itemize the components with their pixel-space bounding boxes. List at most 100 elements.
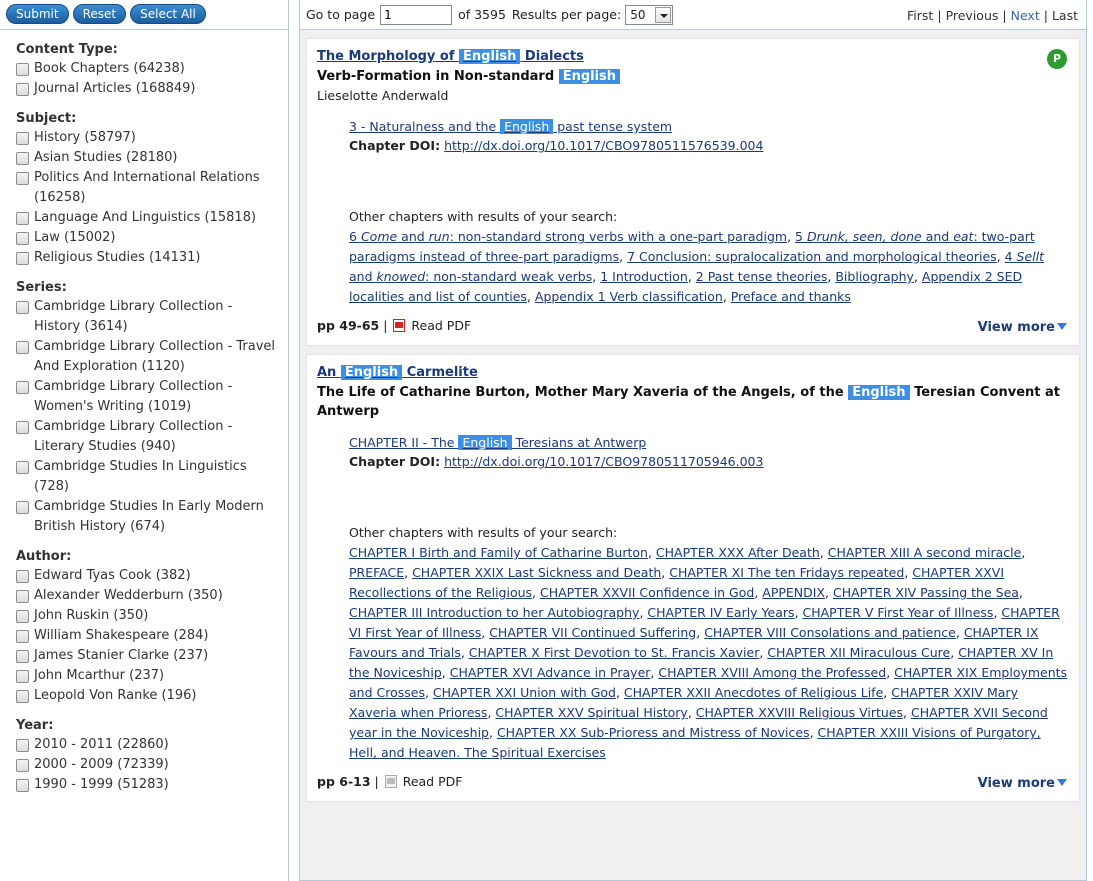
facet-option[interactable]: Leopold Von Ranke (196) [16,686,282,706]
facet-option[interactable]: Cambridge Library Collection - Women's W… [16,377,282,417]
other-chapter-link[interactable]: CHAPTER XXV Spiritual History [495,705,687,720]
facet-checkbox[interactable] [16,63,29,76]
other-chapter-link[interactable]: CHAPTER X First Devotion to St. Francis … [469,645,760,660]
read-pdf-link[interactable]: Read PDF [383,774,462,789]
facet-option[interactable]: History (58797) [16,128,282,148]
facet-checkbox[interactable] [16,132,29,145]
facet-checkbox[interactable] [16,670,29,683]
facet-option[interactable]: Cambridge Library Collection - Travel An… [16,337,282,377]
submit-button[interactable]: Submit [6,4,69,24]
facet-option[interactable]: Cambridge Studies In Linguistics (728) [16,457,282,497]
other-chapter-link[interactable]: 2 Past tense theories [696,269,828,284]
other-chapter-link[interactable]: Preface and thanks [731,289,851,304]
facet-option[interactable]: John Ruskin (350) [16,606,282,626]
next-page-link[interactable]: Next [1011,8,1040,23]
other-chapter-link[interactable]: CHAPTER XX Sub-Prioress and Mistress of … [497,725,810,740]
other-chapter-link[interactable]: CHAPTER XIV Passing the Sea [833,585,1019,600]
facet-checkbox[interactable] [16,381,29,394]
page-number-input[interactable] [380,4,453,25]
facet-option[interactable]: Cambridge Studies In Early Modern Britis… [16,497,282,537]
facet-checkbox[interactable] [16,461,29,474]
facet-option[interactable]: 2000 - 2009 (72339) [16,755,282,775]
other-chapter-link[interactable]: CHAPTER XXIX Last Sickness and Death [412,565,661,580]
facet-checkbox[interactable] [16,739,29,752]
facet-option[interactable]: 2010 - 2011 (22860) [16,735,282,755]
previous-page-link[interactable]: Previous [946,8,999,23]
facet-checkbox[interactable] [16,172,29,185]
doi-link[interactable]: http://dx.doi.org/10.1017/CBO97805115765… [444,138,763,153]
pdf-icon [393,319,406,332]
other-chapter-link[interactable]: 7 Conclusion: supralocalization and morp… [627,249,997,264]
facet-checkbox[interactable] [16,630,29,643]
facet-option[interactable]: Cambridge Library Collection - History (… [16,297,282,337]
other-chapter-link[interactable]: CHAPTER XIII A second miracle [828,545,1022,560]
facet-option-label: Asian Studies (28180) [34,150,178,165]
facet-checkbox[interactable] [16,610,29,623]
chapter-link[interactable]: CHAPTER II - The English Teresians at An… [349,435,646,450]
book-title-link[interactable]: An English Carmelite [317,365,478,380]
other-chapter-link[interactable]: CHAPTER XVI Advance in Prayer [450,665,651,680]
facet-option[interactable]: Asian Studies (28180) [16,148,282,168]
facet-option[interactable]: Book Chapters (64238) [16,59,282,79]
other-chapter-link[interactable]: CHAPTER XII Miraculous Cure [767,645,950,660]
other-chapter-link[interactable]: CHAPTER XXVII Confidence in God [540,585,754,600]
other-chapter-link[interactable]: Appendix 1 Verb classification [535,289,723,304]
facet-option[interactable]: Language And Linguistics (15818) [16,208,282,228]
other-chapter-link[interactable]: CHAPTER XI The ten Fridays repeated [669,565,904,580]
chapter-link[interactable]: 3 - Naturalness and the English past ten… [349,119,672,134]
facet-option[interactable]: Politics And International Relations (16… [16,168,282,208]
facet-checkbox[interactable] [16,212,29,225]
other-chapter-link[interactable]: CHAPTER XXI Union with God [433,685,616,700]
book-title-link[interactable]: The Morphology of English Dialects [317,49,584,64]
other-chapter-link[interactable]: CHAPTER XXX After Death [656,545,820,560]
doi-link[interactable]: http://dx.doi.org/10.1017/CBO97805117059… [444,454,763,469]
facet-option[interactable]: Alexander Wedderburn (350) [16,586,282,606]
view-more-link[interactable]: View more [978,773,1067,795]
other-chapter-link[interactable]: CHAPTER XVIII Among the Professed [658,665,886,680]
facet-checkbox[interactable] [16,83,29,96]
other-chapter-link[interactable]: 6 Come and run: non-standard strong verb… [349,229,787,244]
facet-option[interactable]: Religious Studies (14131) [16,248,282,268]
view-more-link[interactable]: View more [978,317,1067,339]
other-chapter-link[interactable]: APPENDIX [762,585,825,600]
first-page-link[interactable]: First [907,8,933,23]
read-pdf-link[interactable]: Read PDF [391,318,471,333]
other-chapter-link[interactable]: CHAPTER VIII Consolations and patience [704,625,956,640]
facet-checkbox[interactable] [16,501,29,514]
facet-option[interactable]: Cambridge Library Collection - Literary … [16,417,282,457]
facet-checkbox[interactable] [16,690,29,703]
facet-checkbox[interactable] [16,570,29,583]
facet-option[interactable]: John Mcarthur (237) [16,666,282,686]
other-chapter-link[interactable]: CHAPTER III Introduction to her Autobiog… [349,605,639,620]
other-chapter-link[interactable]: CHAPTER VII Continued Suffering [489,625,696,640]
facet-option[interactable]: William Shakespeare (284) [16,626,282,646]
facet-checkbox[interactable] [16,341,29,354]
results-per-page-select[interactable]: 50 [625,4,674,25]
facet-option[interactable]: James Stanier Clarke (237) [16,646,282,666]
other-chapter-link[interactable]: Bibliography [835,269,914,284]
facet-option[interactable]: 1990 - 1999 (51283) [16,775,282,795]
facet-option[interactable]: Law (15002) [16,228,282,248]
facet-checkbox[interactable] [16,650,29,663]
last-page-link[interactable]: Last [1052,8,1078,23]
reset-button[interactable]: Reset [72,4,127,24]
facet-checkbox[interactable] [16,301,29,314]
other-chapter-link[interactable]: CHAPTER V First Year of Illness [802,605,993,620]
facet-option[interactable]: Edward Tyas Cook (382) [16,566,282,586]
facet-checkbox[interactable] [16,421,29,434]
other-chapter-link[interactable]: CHAPTER IV Early Years [647,605,794,620]
facet-option[interactable]: Journal Articles (168849) [16,79,282,99]
facet-checkbox[interactable] [16,152,29,165]
other-chapter-link[interactable]: CHAPTER I Birth and Family of Catharine … [349,545,648,560]
other-chapter-link[interactable]: 1 Introduction [600,269,688,284]
facet-checkbox[interactable] [16,590,29,603]
other-chapter-link[interactable]: CHAPTER XXII Anecdotes of Religious Life [624,685,883,700]
facet-checkbox[interactable] [16,779,29,792]
chevron-down-icon[interactable] [655,6,672,23]
other-chapter-link[interactable]: CHAPTER XXVIII Religious Virtues [696,705,903,720]
facet-checkbox[interactable] [16,232,29,245]
select-all-button[interactable]: Select All [130,4,206,24]
facet-checkbox[interactable] [16,759,29,772]
facet-checkbox[interactable] [16,252,29,265]
other-chapter-link[interactable]: PREFACE [349,565,404,580]
